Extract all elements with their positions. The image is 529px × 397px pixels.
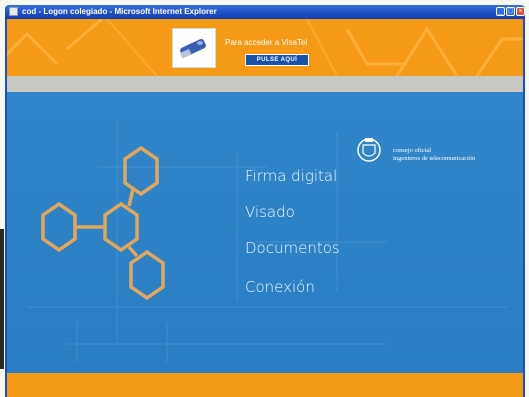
pulse-aqui-button[interactable]: PULSE AQUÍ — [245, 54, 309, 66]
coat-of-arms-icon — [357, 138, 381, 162]
page-frame: Para acceder a VisaTel PULSE AQUÍ Firma … — [5, 19, 525, 397]
logo-text: consejo oficial ingenieros de telecomuni… — [393, 147, 475, 163]
close-icon: × — [518, 8, 523, 15]
ie-page-icon — [9, 7, 18, 16]
logo-line-1: consejo oficial — [393, 147, 432, 154]
usb-token-image[interactable] — [172, 28, 216, 68]
usb-token-icon — [180, 38, 206, 59]
menu-item-visado[interactable]: Visado — [245, 203, 295, 221]
close-button[interactable]: × — [516, 7, 525, 16]
title-bar[interactable]: cod - Logon colegiado - Microsoft Intern… — [5, 5, 525, 19]
minimize-icon: _ — [498, 8, 503, 15]
maximize-icon: □ — [508, 8, 513, 15]
hexagon-bottom — [129, 249, 165, 301]
main-content: Firma digital Visado Documentos Conexión… — [7, 92, 523, 373]
access-visatel-text: Para acceder a VisaTel — [225, 38, 308, 47]
window-title: cod - Logon colegiado - Microsoft Intern… — [22, 7, 217, 16]
bottom-bar — [7, 373, 523, 397]
browser-window: cod - Logon colegiado - Microsoft Intern… — [0, 0, 529, 397]
maximize-button[interactable]: □ — [506, 7, 515, 16]
hexagon-top — [123, 145, 159, 197]
hexagon-middle — [103, 201, 139, 253]
banner-decoration — [7, 19, 523, 76]
menu-item-conexion[interactable]: Conexión — [245, 278, 315, 296]
menu-item-documentos[interactable]: Documentos — [245, 239, 340, 257]
top-banner: Para acceder a VisaTel PULSE AQUÍ — [7, 19, 523, 76]
hexagon-graphic — [41, 145, 165, 301]
logo-line-2: ingenieros de telecomunicación — [393, 155, 476, 162]
minimize-button[interactable]: _ — [496, 7, 505, 16]
menu-item-firma-digital[interactable]: Firma digital — [245, 167, 337, 185]
hexagon-left — [41, 201, 77, 253]
desktop-edge — [0, 229, 4, 369]
separator-bar — [7, 76, 523, 92]
